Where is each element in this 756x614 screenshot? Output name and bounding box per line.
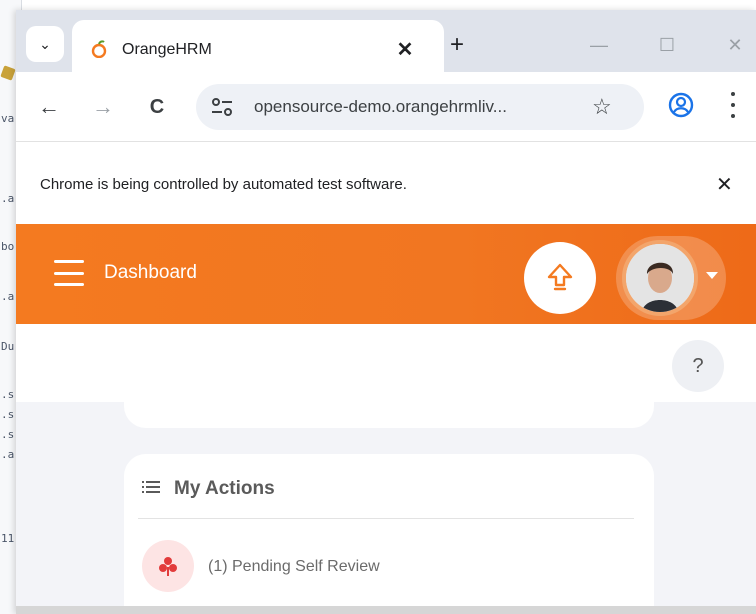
arrow-left-icon: ← xyxy=(38,94,60,119)
question-icon: ? xyxy=(692,354,704,377)
arrow-right-icon: → xyxy=(92,94,114,119)
editor-fragment: 11 xyxy=(1,532,15,545)
avatar[interactable] xyxy=(622,240,698,316)
new-tab-button[interactable]: + xyxy=(442,30,472,60)
user-photo-icon xyxy=(626,244,694,312)
editor-fragment: .s xyxy=(1,388,15,401)
browser-menu-button[interactable] xyxy=(728,92,738,118)
editor-fragment: va xyxy=(1,112,15,125)
editor-fragment: Du xyxy=(1,340,15,353)
browser-toolbar: ← → C opensource-demo.orangehrmliv... ☆ xyxy=(16,72,756,142)
editor-fragment: .a xyxy=(1,448,15,461)
tab-title: OrangeHRM xyxy=(122,41,212,58)
profile-icon[interactable] xyxy=(668,92,694,118)
tab-close-button[interactable]: ✕ xyxy=(390,34,420,64)
minimize-button[interactable]: — xyxy=(584,30,614,60)
infobar-message: Chrome is being controlled by automated … xyxy=(40,176,407,193)
app-header: Dashboard xyxy=(16,224,756,324)
person-review-icon xyxy=(159,557,177,576)
card-title: My Actions xyxy=(174,478,275,499)
chevron-down-icon[interactable] xyxy=(706,272,718,279)
page-title: Dashboard xyxy=(104,262,197,283)
horizontal-scrollbar[interactable] xyxy=(16,606,756,614)
reload-button[interactable]: C xyxy=(142,92,172,122)
minimize-icon: — xyxy=(590,34,608,55)
editor-fragment: .s xyxy=(1,408,15,421)
orangehrm-favicon-icon xyxy=(91,40,107,58)
hamburger-icon[interactable] xyxy=(54,260,84,286)
address-bar[interactable]: opensource-demo.orangehrmliv... ☆ xyxy=(196,84,644,130)
editor-fragment: .a xyxy=(1,290,15,303)
close-icon: ✕ xyxy=(396,38,414,61)
menu-dot xyxy=(731,92,735,96)
maximize-icon: ☐ xyxy=(658,34,676,55)
help-button[interactable]: ? xyxy=(672,340,724,392)
bookmark-star-icon[interactable]: ☆ xyxy=(592,94,612,120)
my-actions-card: My Actions (1) Pending Self Review xyxy=(124,454,654,614)
topbar-secondary: ? xyxy=(16,324,756,402)
menu-dot xyxy=(731,114,735,118)
upgrade-icon xyxy=(547,263,573,291)
dashboard-content: My Actions (1) Pending Self Review xyxy=(16,392,756,614)
dashboard-card xyxy=(124,392,654,428)
editor-fragment: .s xyxy=(1,428,15,441)
browser-window: ⌄ OrangeHRM ✕ + — ☐ ✕ ← → C opensource-d… xyxy=(16,10,756,614)
window-close-button[interactable]: ✕ xyxy=(720,30,750,60)
forward-button[interactable]: → xyxy=(88,92,118,122)
url-text[interactable]: opensource-demo.orangehrmliv... xyxy=(254,97,507,117)
chevron-down-icon: ⌄ xyxy=(39,35,51,52)
tab-strip: ⌄ OrangeHRM ✕ + — ☐ ✕ xyxy=(16,10,756,72)
plus-icon: + xyxy=(449,31,464,58)
editor-file-icon xyxy=(0,65,16,81)
close-icon: ✕ xyxy=(727,34,743,55)
tab-orangehrm[interactable]: OrangeHRM ✕ xyxy=(72,20,444,72)
automation-infobar: Chrome is being controlled by automated … xyxy=(16,142,756,226)
infobar-close-button[interactable]: ✕ xyxy=(716,172,733,197)
tune-icon[interactable] xyxy=(210,96,234,118)
upgrade-button[interactable] xyxy=(524,242,596,314)
editor-fragment: .a xyxy=(1,192,15,205)
tab-search-button[interactable]: ⌄ xyxy=(26,26,64,62)
divider xyxy=(138,518,634,519)
action-item-label[interactable]: (1) Pending Self Review xyxy=(208,558,380,576)
menu-dot xyxy=(731,103,735,107)
back-button[interactable]: ← xyxy=(34,92,64,122)
maximize-button[interactable]: ☐ xyxy=(652,30,682,60)
action-item-icon[interactable] xyxy=(142,540,194,592)
editor-fragment: bo xyxy=(1,240,15,253)
list-icon xyxy=(142,481,160,493)
reload-icon: C xyxy=(149,95,165,118)
